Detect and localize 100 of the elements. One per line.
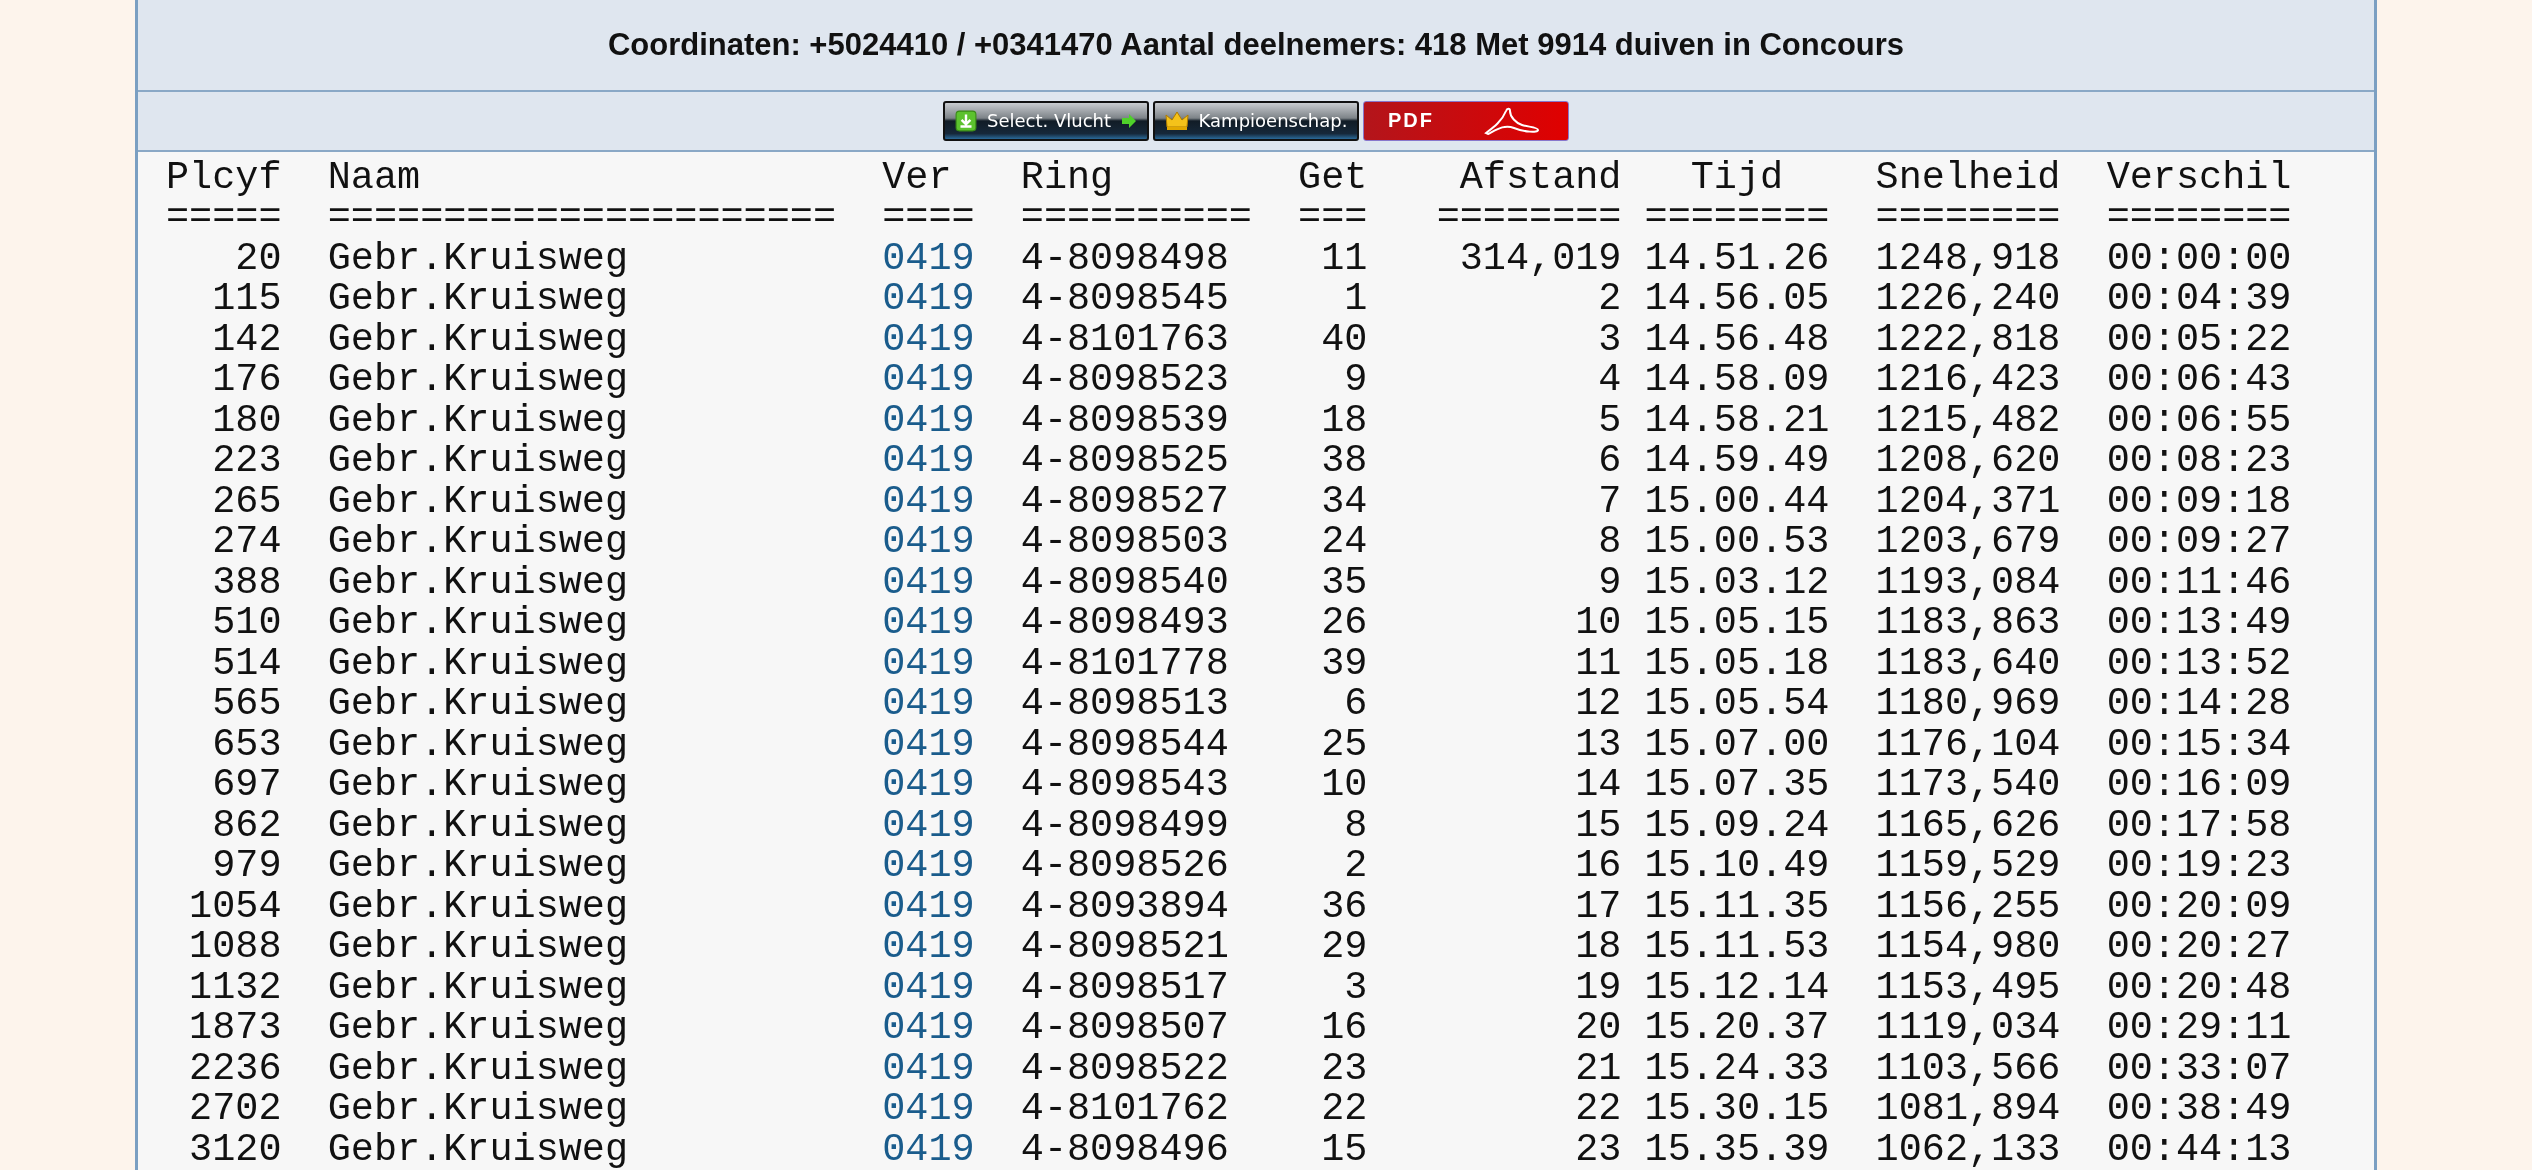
club-link[interactable]: 0419 (882, 360, 975, 401)
speed-cell: 1222,818 (1875, 319, 2061, 360)
club-link[interactable]: 0419 (882, 684, 975, 725)
distance-cell-text: 23 (1574, 1129, 1622, 1170)
rank-cell-text: 223 (211, 441, 282, 482)
distance-cell-text: 9 (1597, 562, 1622, 603)
club-link[interactable]: 0419 (882, 1089, 975, 1130)
distance-cell-text: 10 (1574, 603, 1622, 644)
speed-cell: 1180,969 (1875, 684, 2061, 725)
club-link[interactable]: 0419 (882, 279, 975, 320)
club-link[interactable]: 0419 (882, 805, 975, 846)
speed-cell: 1081,894 (1875, 1089, 2061, 1130)
speed-cell: 1183,640 (1875, 643, 2061, 684)
distance-cell-text: 314,019 (1458, 238, 1622, 279)
club-link[interactable]: 0419 (882, 1008, 975, 1049)
name-cell-text: Gebr.Kruisweg (327, 805, 630, 846)
distance-cell-text: 7 (1597, 481, 1622, 522)
rank-cell-text: 653 (211, 724, 282, 765)
rank-cell-text: 20 (234, 238, 282, 279)
ring-cell-text: 4-8098513 (1020, 684, 1230, 725)
name-cell-text: Gebr.Kruisweg (327, 886, 630, 927)
rank-cell-text: 180 (211, 400, 282, 441)
ring-cell-text: 4-8101762 (1020, 1089, 1230, 1130)
club-link[interactable]: 0419 (882, 967, 975, 1008)
header-underline: ====================== (327, 198, 836, 239)
ring-cell-text: 4-8098493 (1020, 603, 1230, 644)
club-link[interactable]: 0419 (882, 724, 975, 765)
name-cell-text: Gebr.Kruisweg (327, 238, 630, 279)
name-cell-text: Gebr.Kruisweg (327, 1129, 630, 1170)
ring-cell-text: 4-8101763 (1020, 319, 1230, 360)
club-link[interactable]: 0419 (882, 1048, 975, 1089)
speed-cell: 1203,679 (1875, 522, 2061, 563)
distance-cell-text: 6 (1597, 441, 1622, 482)
difference-cell: 00:19:23 (2106, 846, 2292, 887)
difference-cell: 00:06:43 (2106, 360, 2292, 401)
ring-cell-text: 4-8098517 (1020, 967, 1230, 1008)
count-cell-text: 8 (1343, 805, 1368, 846)
ring-cell-text: 4-8098544 (1020, 724, 1230, 765)
club-link[interactable]: 0419 (882, 643, 975, 684)
difference-cell: 00:33:07 (2106, 1048, 2292, 1089)
name-cell-text: Gebr.Kruisweg (327, 441, 630, 482)
time-cell: 15.07.00 (1644, 724, 1830, 765)
rank-cell-text: 1132 (188, 967, 282, 1008)
club-link[interactable]: 0419 (882, 400, 975, 441)
column-header: Verschil (2106, 157, 2292, 198)
ring-cell-text: 4-8098539 (1020, 400, 1230, 441)
name-cell-text: Gebr.Kruisweg (327, 1008, 630, 1049)
distance-cell-text: 4 (1597, 360, 1622, 401)
header-underline: ======== (1644, 198, 1830, 239)
club-link[interactable]: 0419 (882, 927, 975, 968)
championship-button[interactable]: Kampioenschap. (1153, 100, 1359, 141)
count-cell-text: 6 (1343, 684, 1368, 725)
club-link[interactable]: 0419 (882, 886, 975, 927)
select-flight-button[interactable]: Select. Vlucht (943, 100, 1149, 141)
count-cell-text: 25 (1320, 724, 1368, 765)
speed-cell: 1173,540 (1875, 765, 2061, 806)
name-cell-text: Gebr.Kruisweg (327, 643, 630, 684)
speed-cell: 1165,626 (1875, 805, 2061, 846)
time-cell: 14.58.21 (1644, 400, 1830, 441)
time-cell: 15.03.12 (1644, 562, 1830, 603)
club-link[interactable]: 0419 (882, 603, 975, 644)
count-cell-text: 16 (1320, 1008, 1368, 1049)
count-cell-text: 3 (1343, 967, 1368, 1008)
time-cell: 15.11.53 (1644, 927, 1830, 968)
column-header: Plcyf (166, 157, 282, 198)
distance-cell-text: 16 (1574, 846, 1622, 887)
difference-cell: 00:13:49 (2106, 603, 2292, 644)
speed-cell: 1062,133 (1875, 1129, 2061, 1170)
distance-cell-text: 8 (1597, 522, 1622, 563)
header-underline: ======== (1436, 198, 1622, 239)
pdf-button[interactable]: PDF (1363, 100, 1569, 141)
count-cell-text: 26 (1320, 603, 1368, 644)
speed-cell: 1204,371 (1875, 481, 2061, 522)
time-cell: 15.05.15 (1644, 603, 1830, 644)
name-cell-text: Gebr.Kruisweg (327, 846, 630, 887)
header-underline: ==== (882, 198, 975, 239)
column-header: Tijd (1689, 157, 1785, 198)
name-cell-text: Gebr.Kruisweg (327, 279, 630, 320)
count-cell-text: 39 (1320, 643, 1368, 684)
club-link[interactable]: 0419 (882, 441, 975, 482)
club-link[interactable]: 0419 (882, 481, 975, 522)
rank-cell-text: 388 (211, 562, 282, 603)
club-link[interactable]: 0419 (882, 562, 975, 603)
time-cell: 14.56.05 (1644, 279, 1830, 320)
club-link[interactable]: 0419 (882, 238, 975, 279)
club-link[interactable]: 0419 (882, 319, 975, 360)
speed-cell: 1176,104 (1875, 724, 2061, 765)
rank-cell-text: 142 (211, 319, 282, 360)
rank-cell-text: 176 (211, 360, 282, 401)
club-link[interactable]: 0419 (882, 846, 975, 887)
difference-cell: 00:29:11 (2106, 1008, 2292, 1049)
count-cell-text: 22 (1320, 1089, 1368, 1130)
distance-cell-text: 20 (1574, 1008, 1622, 1049)
club-link[interactable]: 0419 (882, 765, 975, 806)
speed-cell: 1103,566 (1875, 1048, 2061, 1089)
name-cell-text: Gebr.Kruisweg (327, 684, 630, 725)
difference-cell: 00:44:13 (2106, 1129, 2292, 1170)
rank-cell-text: 3120 (188, 1129, 282, 1170)
club-link[interactable]: 0419 (882, 522, 975, 563)
club-link[interactable]: 0419 (882, 1129, 975, 1170)
